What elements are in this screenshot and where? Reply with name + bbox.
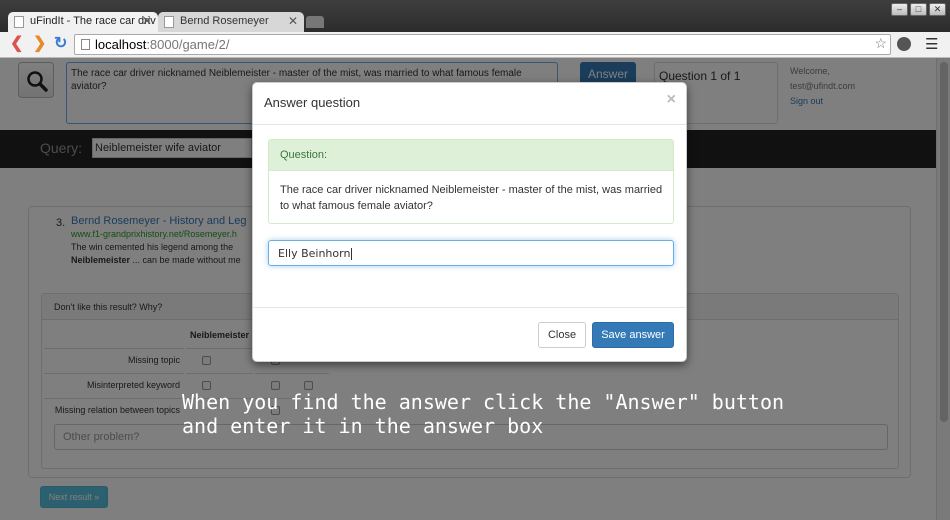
answer-modal: Answer question × Question: The race car… bbox=[252, 82, 687, 362]
extension-icon[interactable] bbox=[897, 37, 911, 51]
question-card: Question: The race car driver nicknamed … bbox=[268, 139, 674, 224]
hint-line-2: and enter it in the answer box bbox=[182, 414, 544, 438]
reload-icon[interactable]: ↻ bbox=[54, 35, 67, 53]
text-caret bbox=[351, 248, 353, 260]
tutorial-hint: When you find the answer click the "Answ… bbox=[182, 390, 882, 438]
save-answer-button[interactable]: Save answer bbox=[592, 322, 674, 348]
page-favicon-icon bbox=[14, 16, 24, 28]
browser-tab-rosemeyer[interactable]: Bernd Rosemeyer ✕ bbox=[158, 12, 304, 32]
tab-title: uFindIt - The race car driv bbox=[30, 15, 156, 27]
url-path: :8000/game/2/ bbox=[146, 37, 230, 52]
page-icon bbox=[81, 39, 90, 50]
window-minimize-button[interactable]: – bbox=[891, 3, 908, 16]
browser-toolbar: ❮ ❯ ↻ localhost:8000/game/2/ ☆ ☰ bbox=[0, 32, 950, 58]
modal-title: Answer question bbox=[264, 95, 361, 110]
modal-footer: Close Save answer bbox=[253, 307, 686, 363]
tab-close-icon[interactable]: ✕ bbox=[288, 14, 298, 28]
tab-close-icon[interactable]: ✕ bbox=[142, 14, 152, 28]
modal-header: Answer question × bbox=[253, 83, 686, 125]
page-favicon-icon bbox=[164, 16, 174, 28]
answer-input-value: Elly Beinhorn bbox=[278, 247, 351, 260]
hint-line-1: When you find the answer click the "Answ… bbox=[182, 390, 785, 414]
back-arrow-icon[interactable]: ❮ bbox=[10, 35, 23, 53]
url-host: localhost bbox=[95, 37, 147, 52]
bookmark-star-icon[interactable]: ☆ bbox=[874, 35, 887, 52]
forward-arrow-icon[interactable]: ❯ bbox=[33, 35, 46, 53]
address-bar[interactable]: localhost:8000/game/2/ ☆ bbox=[74, 34, 891, 55]
question-card-body: The race car driver nicknamed Neiblemeis… bbox=[280, 184, 663, 212]
new-tab-button[interactable] bbox=[306, 16, 324, 28]
answer-input[interactable]: Elly Beinhorn bbox=[268, 240, 674, 266]
browser-tab-ufindit[interactable]: uFindIt - The race car driv ✕ bbox=[8, 12, 158, 32]
close-icon[interactable]: × bbox=[667, 91, 676, 109]
browser-tabbar: uFindIt - The race car driv ✕ Bernd Rose… bbox=[0, 0, 950, 32]
question-card-heading: Question: bbox=[269, 140, 673, 171]
hamburger-menu-icon[interactable]: ☰ bbox=[925, 35, 938, 53]
tab-title: Bernd Rosemeyer bbox=[180, 15, 269, 27]
window-close-button[interactable]: ✕ bbox=[929, 3, 946, 16]
window-maximize-button[interactable]: □ bbox=[910, 3, 927, 16]
close-button[interactable]: Close bbox=[538, 322, 586, 348]
